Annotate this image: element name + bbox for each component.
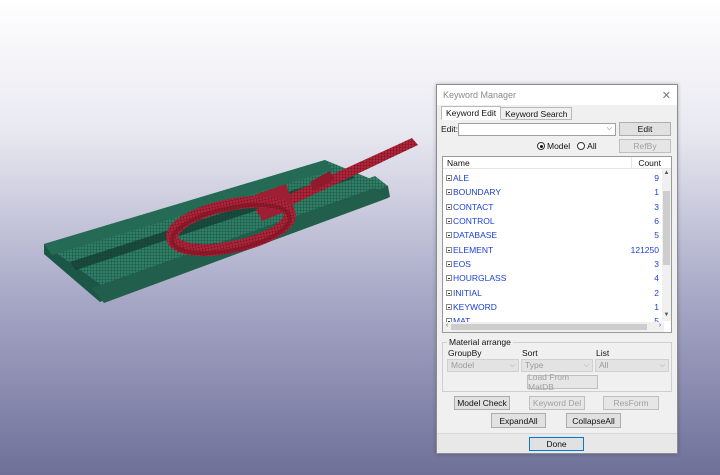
chevron-down-icon: ⌵ <box>659 362 665 369</box>
scope-radio-group: Model All <box>537 141 597 151</box>
refby-button[interactable]: RefBy <box>619 139 671 153</box>
keyword-count: 3 <box>654 201 659 212</box>
keyword-name: ALE <box>453 173 470 184</box>
dialog-titlebar[interactable]: Keyword Manager ✕ <box>437 85 677 105</box>
expand-node-icon[interactable] <box>446 303 452 310</box>
edit-combobox[interactable]: ⌵ <box>458 122 616 136</box>
material-arrange-title: Material arrange <box>447 337 513 347</box>
chevron-down-icon[interactable]: ⌵ <box>607 125 612 133</box>
groupby-value: Model <box>451 360 475 370</box>
keyword-name: EOS <box>453 258 471 269</box>
column-header-count[interactable]: Count <box>631 157 663 168</box>
scroll-up-icon[interactable]: ▲ <box>662 170 671 179</box>
keyword-name: CONTACT <box>453 201 494 212</box>
edit-row: Edit: ⌵ Edit <box>441 122 673 136</box>
keyword-del-button[interactable]: Keyword Del <box>529 396 585 410</box>
list-select[interactable]: All ⌵ <box>595 359 669 372</box>
sort-value: Type <box>525 360 544 370</box>
groupby-label: GroupBy <box>448 348 482 358</box>
keyword-count: 1 <box>654 187 659 198</box>
keyword-name: CONTROL <box>453 216 495 227</box>
keyword-count: 3 <box>654 258 659 269</box>
keyword-count: 4 <box>654 273 659 284</box>
column-header-name[interactable]: Name <box>443 157 631 168</box>
scroll-down-icon[interactable]: ▼ <box>662 312 671 321</box>
expand-node-icon[interactable] <box>446 232 452 239</box>
keyword-row[interactable]: KEYWORD 1 <box>443 300 663 314</box>
keyword-row[interactable]: ALE 9 <box>443 171 663 185</box>
horizontal-scroll-thumb[interactable] <box>451 324 647 330</box>
chevron-down-icon: ⌵ <box>583 362 589 369</box>
dialog-footer: Done <box>437 433 677 453</box>
edit-label: Edit: <box>441 124 459 134</box>
done-button[interactable]: Done <box>529 437 584 451</box>
scroll-right-icon[interactable]: › <box>656 322 664 332</box>
horizontal-scrollbar[interactable]: ‹ › <box>443 322 664 332</box>
list-value: All <box>599 360 609 370</box>
vertical-scroll-thumb[interactable] <box>663 191 670 265</box>
expand-node-icon[interactable] <box>446 289 452 296</box>
keyword-count: 121250 <box>630 244 659 255</box>
keyword-name: HOURGLASS <box>453 273 507 284</box>
keyword-count: 5 <box>654 230 659 241</box>
close-icon[interactable]: ✕ <box>662 89 671 102</box>
keyword-row[interactable]: BOUNDARY 1 <box>443 185 663 199</box>
keyword-row[interactable]: DATABASE 5 <box>443 228 663 242</box>
chevron-down-icon: ⌵ <box>509 362 515 369</box>
expand-node-icon[interactable] <box>446 203 452 210</box>
keyword-count: 2 <box>654 287 659 298</box>
keyword-row[interactable]: ELEMENT 121250 <box>443 242 663 256</box>
tab-keyword-edit[interactable]: Keyword Edit <box>441 106 502 120</box>
vertical-scrollbar[interactable]: ▲ ▼ <box>662 169 671 321</box>
keyword-row[interactable]: CONTROL 6 <box>443 214 663 228</box>
list-header: Name Count <box>443 157 671 169</box>
keyword-count: 1 <box>654 301 659 312</box>
keyword-manager-dialog: Keyword Manager ✕ Keyword Edit Keyword S… <box>436 84 678 454</box>
dialog-title: Keyword Manager <box>443 90 517 100</box>
collapse-all-button[interactable]: CollapseAll <box>566 413 621 428</box>
radio-model[interactable] <box>537 142 545 150</box>
keyword-name: ELEMENT <box>453 244 494 255</box>
keyword-name: BOUNDARY <box>453 187 502 198</box>
expand-all-button[interactable]: ExpandAll <box>491 413 546 428</box>
keyword-name: DATABASE <box>453 230 498 241</box>
resform-button[interactable]: ResForm <box>603 396 659 410</box>
keyword-count: 6 <box>654 216 659 227</box>
expand-node-icon[interactable] <box>446 175 452 182</box>
keyword-row[interactable]: HOURGLASS 4 <box>443 271 663 285</box>
keyword-row[interactable]: CONTACT 3 <box>443 200 663 214</box>
material-arrange-group: Material arrange GroupBy Sort List Model… <box>442 337 672 392</box>
expand-node-icon[interactable] <box>446 260 452 267</box>
expand-node-icon[interactable] <box>446 189 452 196</box>
groupby-select[interactable]: Model ⌵ <box>447 359 519 372</box>
expand-node-icon[interactable] <box>446 218 452 225</box>
radio-model-label: Model <box>547 141 571 151</box>
keyword-rows: ALE 9 BOUNDARY 1 CONTACT 3 CONTROL 6 DATABASE 5 EL… <box>443 171 663 328</box>
expand-node-icon[interactable] <box>446 275 452 282</box>
model-check-button[interactable]: Model Check <box>454 396 510 410</box>
sort-label: Sort <box>522 348 538 358</box>
keyword-list[interactable]: Name Count ALE 9 BOUNDARY 1 CONTACT 3 CONTROL 6… <box>442 156 672 333</box>
edit-button[interactable]: Edit <box>619 122 671 136</box>
radio-all-label: All <box>587 141 597 151</box>
keyword-row[interactable]: EOS 3 <box>443 257 663 271</box>
expand-node-icon[interactable] <box>446 246 452 253</box>
tab-bar: Keyword Edit Keyword Search <box>441 106 573 120</box>
list-label: List <box>596 348 610 358</box>
tab-keyword-search[interactable]: Keyword Search <box>501 107 573 120</box>
radio-all[interactable] <box>577 142 586 150</box>
load-from-matdb-button[interactable]: Load From MatDB <box>527 372 598 392</box>
keyword-name: KEYWORD <box>453 301 497 312</box>
keyword-count: 9 <box>654 173 659 184</box>
scroll-left-icon[interactable]: ‹ <box>443 322 451 332</box>
sort-select[interactable]: Type ⌵ <box>521 359 593 372</box>
keyword-name: INITIAL <box>453 287 482 298</box>
keyword-row[interactable]: INITIAL 2 <box>443 285 663 299</box>
